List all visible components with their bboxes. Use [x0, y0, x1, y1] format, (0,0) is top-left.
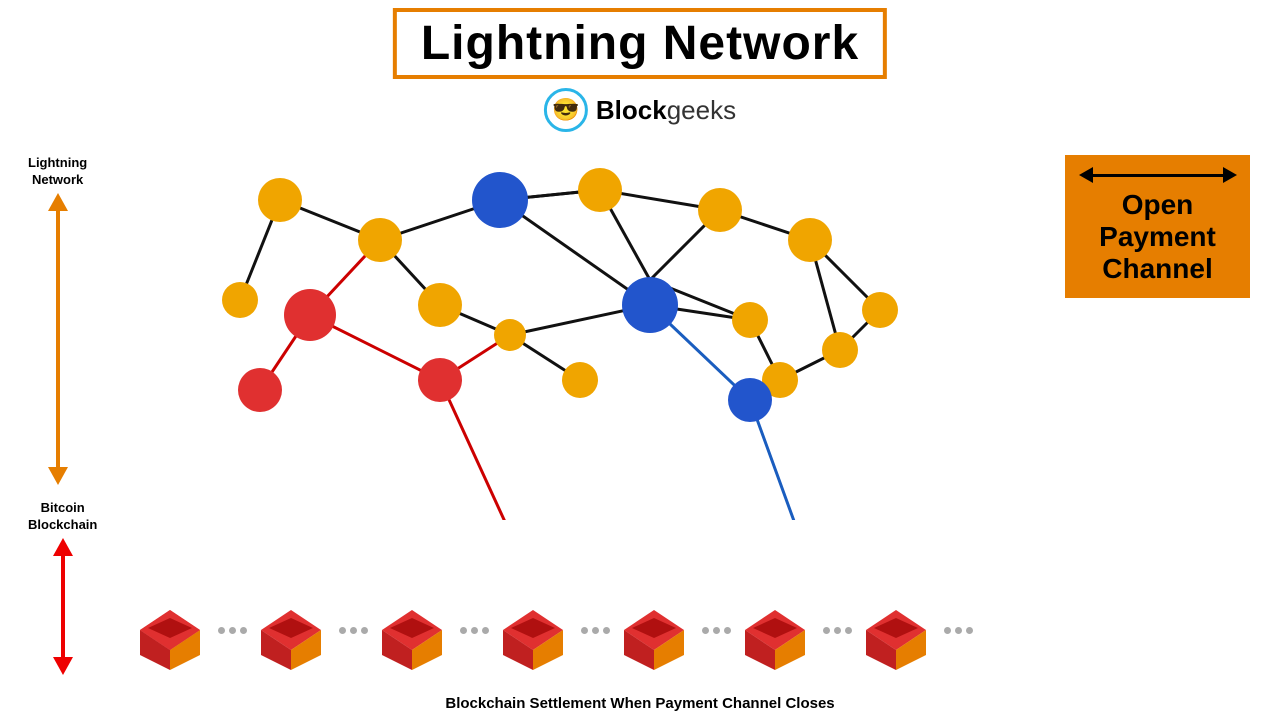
ln-arrow-down — [48, 467, 68, 485]
dots-4 — [581, 627, 610, 634]
node-orange-4 — [418, 283, 462, 327]
btc-vertical-arrow — [53, 538, 73, 675]
btc-arrow-down — [53, 657, 73, 675]
dots-3 — [460, 627, 489, 634]
node-orange-1 — [258, 178, 302, 222]
node-blue-3 — [728, 378, 772, 422]
blockgeeks-icon: 😎 — [544, 88, 588, 132]
node-orange-7 — [698, 188, 742, 232]
node-orange-2 — [358, 218, 402, 262]
btc-arrow-up — [53, 538, 73, 556]
lightning-network-arrow: LightningNetwork — [28, 155, 87, 485]
blockchain-blocks-row — [130, 590, 977, 670]
dots-6 — [823, 627, 852, 634]
block-6 — [735, 590, 815, 670]
page-title: Lightning Network — [393, 8, 887, 79]
node-red-3 — [418, 358, 462, 402]
block-2 — [251, 590, 331, 670]
node-orange-6 — [494, 319, 526, 351]
btc-arrow-line — [61, 556, 65, 657]
node-orange-11 — [862, 292, 898, 328]
ln-arrow-line — [56, 211, 60, 467]
node-red-2 — [238, 368, 282, 412]
node-orange-3 — [222, 282, 258, 318]
node-orange-13 — [578, 168, 622, 212]
ln-vertical-arrow — [48, 193, 68, 485]
opc-arrow-left — [1079, 167, 1093, 183]
dots-1 — [218, 627, 247, 634]
node-blue-2 — [622, 277, 678, 333]
node-orange-5 — [562, 362, 598, 398]
node-orange-8 — [788, 218, 832, 262]
title-area: Lightning Network — [393, 8, 887, 79]
dots-5 — [702, 627, 731, 634]
blockgeeks-bold: Block — [596, 95, 667, 125]
node-orange-12 — [822, 332, 858, 368]
open-payment-channel-box: OpenPaymentChannel — [1065, 155, 1250, 298]
block-4 — [493, 590, 573, 670]
block-7 — [856, 590, 936, 670]
lightning-network-label: LightningNetwork — [28, 155, 87, 189]
dots-7 — [944, 627, 973, 634]
blockgeeks-label: Blockgeeks — [596, 95, 736, 126]
bitcoin-blockchain-arrow: BitcoinBlockchain — [28, 500, 97, 675]
bitcoin-blockchain-label: BitcoinBlockchain — [28, 500, 97, 534]
ln-arrow-up — [48, 193, 68, 211]
block-3-highlighted — [372, 590, 452, 670]
dots-2 — [339, 627, 368, 634]
opc-arrow — [1079, 167, 1237, 183]
block-5-highlighted — [614, 590, 694, 670]
node-orange-9 — [732, 302, 768, 338]
opc-arrow-right — [1223, 167, 1237, 183]
node-red-1 — [284, 289, 336, 341]
network-graph — [160, 140, 940, 520]
opc-label: OpenPaymentChannel — [1099, 189, 1216, 286]
node-blue-1 — [472, 172, 528, 228]
block-1 — [130, 590, 210, 670]
bottom-label: Blockchain Settlement When Payment Chann… — [445, 695, 834, 712]
logo-area: 😎 Blockgeeks — [544, 88, 736, 132]
opc-arrow-line — [1093, 174, 1223, 177]
